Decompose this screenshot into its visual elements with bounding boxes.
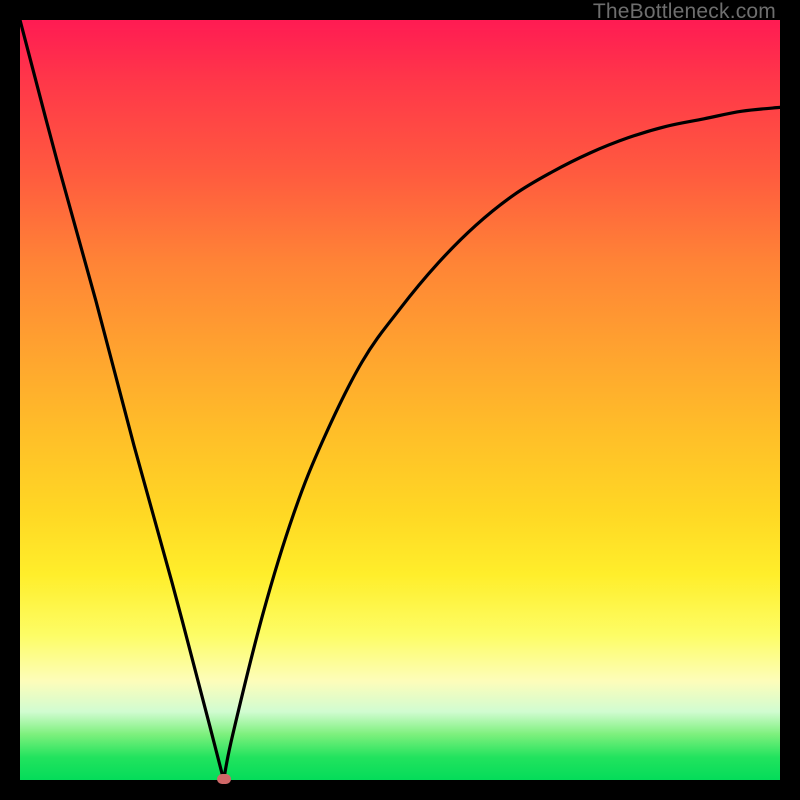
plot-area	[20, 20, 780, 780]
curve-path	[20, 20, 780, 780]
chart-frame: TheBottleneck.com	[0, 0, 800, 800]
minimum-marker	[217, 774, 231, 784]
bottleneck-curve	[20, 20, 780, 780]
watermark-text: TheBottleneck.com	[593, 0, 776, 24]
